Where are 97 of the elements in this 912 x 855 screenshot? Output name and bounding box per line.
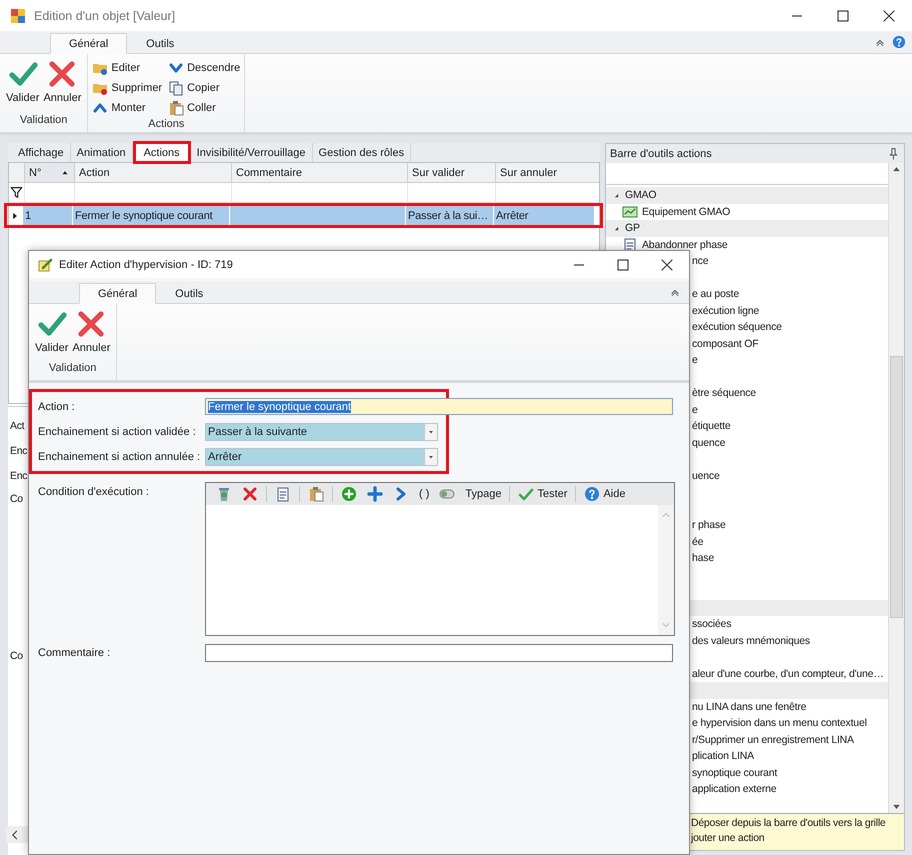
hint-text: Déposer depuis la barre d'outils vers la grille — [691, 816, 886, 831]
tree-item[interactable]: Abandonner phase — [642, 238, 728, 251]
tree-item[interactable]: application externe — [692, 783, 776, 796]
ribbon-button[interactable]: Descendre — [168, 58, 240, 78]
tree-item[interactable]: exécution séquence — [692, 321, 782, 334]
hint-text: jouter une action — [691, 831, 764, 846]
copy-icon — [168, 80, 184, 96]
pin-icon[interactable] — [887, 147, 900, 160]
window-title: Edition d'un objet [Valeur] — [34, 8, 176, 22]
tree-item[interactable]: ssociées — [692, 618, 732, 630]
minimize-icon — [574, 264, 584, 266]
ribbon-button[interactable]: Monter — [92, 98, 162, 118]
field-label: Action : — [38, 400, 76, 412]
help-icon — [584, 486, 600, 502]
checkmark-icon — [518, 486, 534, 502]
tree-group[interactable]: GMAO — [625, 189, 656, 202]
comment-field[interactable] — [205, 644, 673, 662]
minimize-icon — [792, 14, 802, 16]
edit-icon — [37, 256, 53, 272]
tab[interactable]: Actions — [132, 141, 191, 164]
field-label: Enchainement si action annulée : — [38, 450, 202, 462]
dialog-title: Editer Action d'hypervision - ID: 719 — [59, 258, 233, 270]
panel-title: Barre d'outils actions — [610, 148, 712, 160]
tree-item[interactable]: e — [692, 404, 698, 416]
tree-item[interactable]: synoptique courant — [692, 766, 778, 779]
help-icon[interactable] — [892, 35, 906, 49]
tree-item[interactable]: plication LINA — [692, 750, 754, 762]
group-label: Validation — [48, 362, 98, 376]
tree-item[interactable]: Equipement GMAO — [642, 206, 730, 218]
field-label: Enc — [10, 444, 28, 456]
column-header[interactable]: Commentaire — [231, 163, 407, 182]
field-label: Act — [10, 420, 24, 432]
column-header[interactable]: N° — [24, 163, 74, 182]
tree-item[interactable]: aleur d'une courbe, d'un compteur, d'une… — [692, 668, 884, 680]
dropdown[interactable]: Passer à la suivante — [205, 422, 438, 440]
ribbon-button[interactable]: Copier — [168, 78, 240, 98]
tree-item[interactable]: composant OF — [692, 338, 758, 350]
add-circle-button[interactable] — [339, 486, 359, 502]
column-header[interactable]: Action — [74, 163, 231, 182]
tree-item[interactable]: e — [692, 354, 698, 366]
tree-item[interactable]: uence — [692, 470, 720, 482]
toolbar-button[interactable]: Tester — [516, 486, 570, 502]
maximize-icon — [615, 256, 631, 272]
tree-item[interactable]: e au poste — [692, 288, 740, 300]
ribbon-tab[interactable]: Général — [79, 283, 156, 304]
chart-icon — [622, 204, 638, 220]
tree-item[interactable]: r phase — [692, 519, 726, 532]
plus-button[interactable] — [365, 486, 385, 502]
tree-item[interactable]: nu LINA dans une fenêtre — [692, 700, 806, 713]
cancel-button[interactable]: Annuler — [41, 58, 84, 114]
dropdown[interactable]: Arrêter — [205, 448, 438, 466]
maximize-icon — [835, 8, 851, 24]
toolbar-button[interactable]: ( ) — [417, 488, 432, 500]
ribbon-button[interactable]: Supprimer — [92, 78, 162, 98]
validate-button[interactable]: Valider — [4, 58, 42, 114]
field-label: Commentaire : — [38, 646, 112, 658]
toolbar-button[interactable]: Aide — [582, 486, 628, 502]
tree-item[interactable]: hase — [692, 552, 714, 564]
tree-item[interactable]: ée — [692, 536, 704, 548]
tree-item[interactable]: étiquette — [692, 420, 730, 432]
table-cell: Fermer le synoptique courant — [72, 206, 229, 225]
text-field[interactable]: Fermer le synoptique courant — [205, 398, 673, 415]
ribbon-button[interactable]: Editer — [92, 58, 162, 78]
ribbon-tab[interactable]: Outils — [127, 33, 194, 54]
column-header[interactable]: Sur annuler — [495, 163, 596, 182]
field-label: Enchainement si action validée : — [38, 426, 197, 438]
tree-item[interactable]: ètre séquence — [692, 387, 756, 400]
cancel-button[interactable]: Annuler — [70, 308, 112, 362]
filter-icon[interactable] — [10, 186, 23, 199]
tree-item[interactable]: e hypervision dans un menu contextuel — [692, 717, 867, 730]
tree-item[interactable]: exécution ligne — [692, 304, 760, 317]
tree-group[interactable]: GP — [625, 222, 640, 234]
app-icon — [10, 8, 26, 24]
field-label: Enc — [10, 470, 28, 482]
close-icon — [881, 8, 897, 24]
close-icon — [659, 256, 675, 272]
tree-item[interactable]: des valeurs mnémoniques — [692, 634, 810, 647]
ribbon-tab[interactable]: Général — [50, 33, 128, 54]
table-cell: 1 — [22, 206, 72, 225]
table-cell: Passer à la sui… — [405, 206, 493, 225]
group-label: Actions — [147, 118, 186, 132]
table-row[interactable]: 1 Fermer le synoptique courant Passer à la sui… Arrêter — [4, 203, 603, 228]
field-label: Condition d'exécution : — [38, 485, 150, 498]
clipboard-icon — [168, 100, 184, 116]
field-label: Co — [10, 493, 23, 505]
ribbon-tab[interactable]: Outils — [156, 283, 222, 304]
tree-item[interactable]: r/Supprimer un enregistrement LINA — [692, 734, 854, 746]
field-label: Co — [10, 650, 23, 662]
scrollbar[interactable] — [888, 163, 904, 813]
group-label: Validation — [18, 114, 68, 128]
ribbon-button[interactable]: Coller — [168, 98, 240, 118]
column-header[interactable]: Sur valider — [407, 163, 495, 182]
validate-button[interactable]: Valider — [33, 308, 70, 362]
tree-item[interactable]: nce — [692, 255, 708, 268]
table-cell: Arrêter — [493, 206, 594, 225]
toolbar-button[interactable]: Typage — [463, 488, 504, 500]
tree-item[interactable]: quence — [692, 436, 726, 449]
